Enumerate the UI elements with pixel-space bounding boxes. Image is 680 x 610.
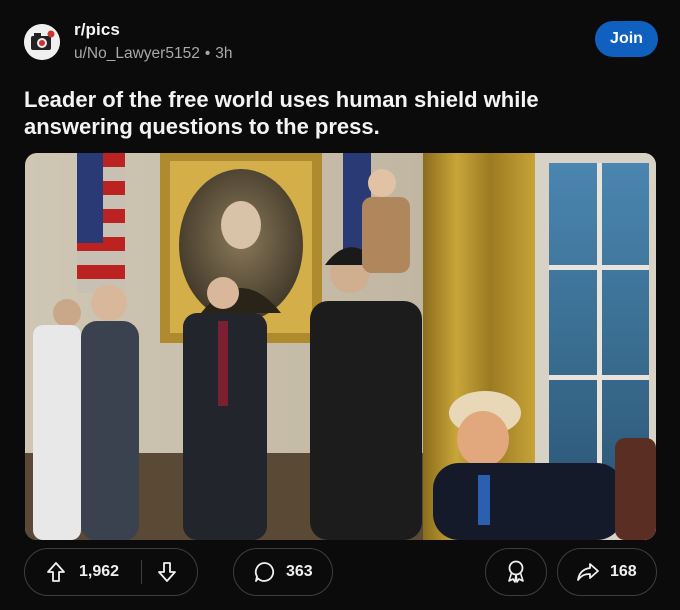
- join-button[interactable]: Join: [595, 21, 658, 57]
- post-image[interactable]: [25, 153, 656, 540]
- reddit-post: r/pics u/No_Lawyer5152 • 3h Join Leader …: [0, 0, 680, 610]
- upvote-icon[interactable]: [45, 561, 67, 583]
- action-bar: 1,962 363 168: [24, 548, 657, 596]
- post-age: 3h: [215, 45, 233, 62]
- share-icon: [576, 561, 600, 583]
- downvote-icon[interactable]: [156, 561, 178, 583]
- author-name[interactable]: u/No_Lawyer5152: [74, 45, 200, 63]
- vote-separator: [141, 560, 143, 584]
- upvote-count: 1,962: [79, 563, 120, 580]
- oval-office-photo: [25, 153, 656, 540]
- post-title[interactable]: Leader of the free world uses human shie…: [24, 86, 584, 140]
- vote-control: 1,962: [24, 548, 198, 596]
- share-button[interactable]: 168: [557, 548, 657, 596]
- award-icon: [504, 559, 528, 585]
- byline: u/No_Lawyer5152 • 3h: [74, 45, 233, 63]
- subreddit-avatar-icon[interactable]: [24, 24, 60, 60]
- comment-icon: [253, 560, 277, 584]
- comments-button[interactable]: 363: [233, 548, 333, 596]
- subreddit-name[interactable]: r/pics: [74, 20, 233, 40]
- post-meta: r/pics u/No_Lawyer5152 • 3h: [74, 20, 233, 63]
- share-count: 168: [610, 563, 637, 580]
- byline-separator: •: [204, 45, 211, 62]
- flag-left: [77, 153, 125, 293]
- post-header: r/pics u/No_Lawyer5152 • 3h Join: [22, 18, 658, 68]
- award-button[interactable]: [485, 548, 547, 596]
- comment-count: 363: [286, 563, 313, 580]
